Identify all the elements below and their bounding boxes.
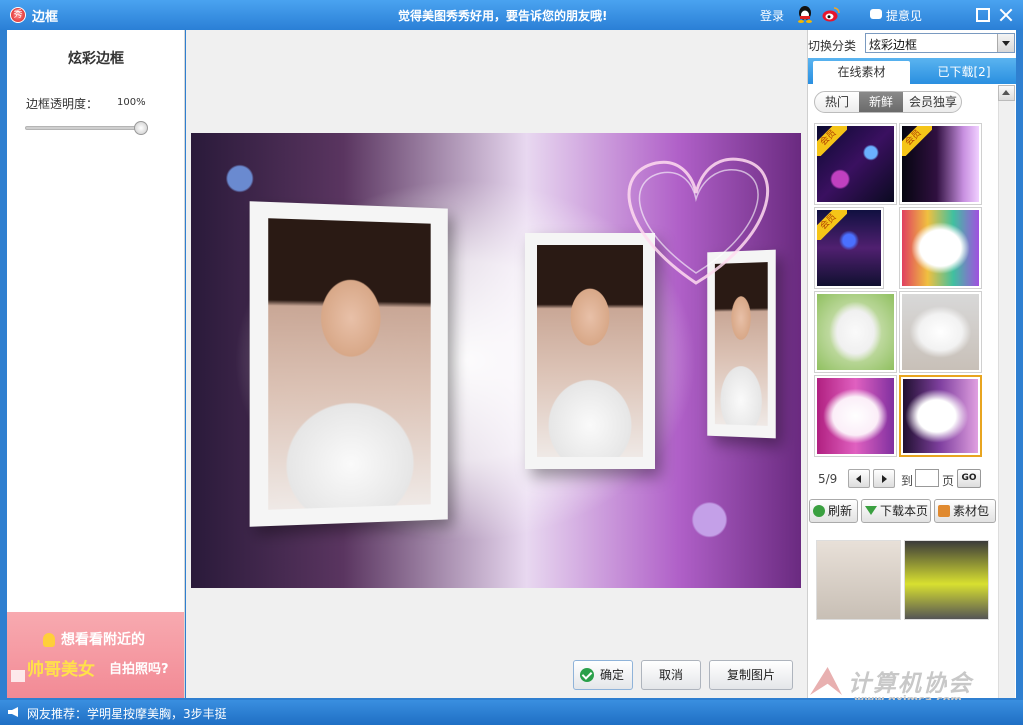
ad-line2-highlight: 帅哥美女 [27,655,95,680]
ad-line1: 想看看附近的 [61,629,145,649]
frame-thumbnail[interactable]: 会员 [899,123,982,205]
feedback-link[interactable]: 提意见 [886,7,922,24]
refresh-icon [813,505,825,517]
canvas-area: 确定 取消 复制图片 [186,30,807,698]
ad-banner[interactable]: 想看看附近的 帅哥美女 自拍照吗? [7,612,184,698]
bulb-icon [43,633,55,647]
page-number-input[interactable] [915,469,939,487]
left-panel: 炫彩边框 边框透明度： 100% 想看看附近的 帅哥美女 自拍照吗? [7,30,185,698]
filter-tabs: 热门 新鲜 会员独享 [814,91,962,113]
frame-thumbnail[interactable] [814,375,897,457]
window-title: 边框 [32,6,58,25]
maximize-button[interactable] [976,8,990,22]
goto-label: 到 [901,472,913,489]
promo-image[interactable] [904,540,989,620]
vip-badge: 会员 [817,210,847,240]
title-bar: 秀 边框 觉得美图秀秀好用，要告诉您的朋友哦! 登录 提意见 [0,0,1023,30]
category-label: 切换分类 [808,37,856,54]
opacity-value: 100% [117,97,146,108]
scroll-up-button[interactable] [998,85,1015,101]
cancel-button[interactable]: 取消 [641,660,701,690]
next-page-button[interactable] [873,469,895,488]
confirm-button[interactable]: 确定 [573,660,633,690]
frame-thumbnail[interactable]: 会员 [814,207,884,289]
panel-title: 炫彩边框 [7,48,185,68]
status-bar: 网友推荐：学明星按摩美胸，3步丰挺 [0,700,1023,725]
heart-sparkle-decoration [601,143,791,293]
tab-hot[interactable]: 热门 [815,92,859,112]
copy-image-button[interactable]: 复制图片 [709,660,793,690]
status-recommendation-link[interactable]: 网友推荐：学明星按摩美胸，3步丰挺 [27,705,227,722]
material-actions: 刷新 下载本页 素材包 [809,499,999,523]
page-indicator: 5/9 [818,472,837,486]
frame-thumbnail[interactable] [899,291,982,373]
weibo-icon[interactable] [822,6,840,23]
source-tabs: 在线素材 已下载[2] [808,58,1016,84]
qq-icon[interactable] [797,6,813,23]
thumbnail-scrollbar[interactable] [998,85,1015,698]
frame-thumbnail[interactable] [814,291,897,373]
refresh-button[interactable]: 刷新 [809,499,858,523]
chevron-down-icon[interactable] [997,34,1014,52]
tab-downloaded[interactable]: 已下载[2] [914,61,1014,84]
tab-new[interactable]: 新鲜 [859,92,903,112]
category-select[interactable]: 炫彩边框 [865,33,1015,53]
ad-line2-tail: 自拍照吗? [109,658,169,677]
category-value: 炫彩边框 [869,36,917,53]
slogan-text: 觉得美图秀秀好用，要告诉您的朋友哦! [398,7,607,24]
package-icon [938,505,950,517]
confirm-label: 确定 [600,661,624,689]
right-panel: 切换分类 炫彩边框 在线素材 已下载[2] 热门 新鲜 会员独享 会员 会员 会… [807,30,1016,698]
app-logo-icon: 秀 [10,7,26,23]
prev-page-button[interactable] [848,469,870,488]
tab-vip-only[interactable]: 会员独享 [903,92,962,112]
opacity-slider-thumb[interactable] [134,121,148,135]
download-page-button[interactable]: 下载本页 [861,499,931,523]
material-pack-button[interactable]: 素材包 [934,499,996,523]
tab-online-materials[interactable]: 在线素材 [813,61,910,84]
sound-icon[interactable] [11,670,25,682]
promo-image[interactable] [816,540,901,620]
login-link[interactable]: 登录 [760,7,784,24]
page-suffix-label: 页 [942,472,954,489]
portrait-image [268,218,430,510]
feedback-icon[interactable] [870,9,882,19]
opacity-slider-track[interactable] [25,126,145,130]
photo-frame-large [250,201,448,527]
frame-thumbnail[interactable] [899,207,982,289]
photo-preview [191,133,801,588]
close-button[interactable] [999,8,1013,22]
frame-thumbnail-selected[interactable] [899,375,982,457]
vip-badge: 会员 [817,126,847,156]
vip-badge: 会员 [902,126,932,156]
opacity-label: 边框透明度： [26,95,98,112]
go-button[interactable]: GO [957,469,981,488]
pager: 5/9 到 页 GO [808,468,998,490]
check-icon [580,668,594,682]
frame-thumbnail[interactable]: 会员 [814,123,897,205]
download-arrow-icon [865,506,877,515]
site-watermark: 计算机协会 www.gxjmca.com [820,664,1020,700]
speaker-icon [8,707,18,717]
